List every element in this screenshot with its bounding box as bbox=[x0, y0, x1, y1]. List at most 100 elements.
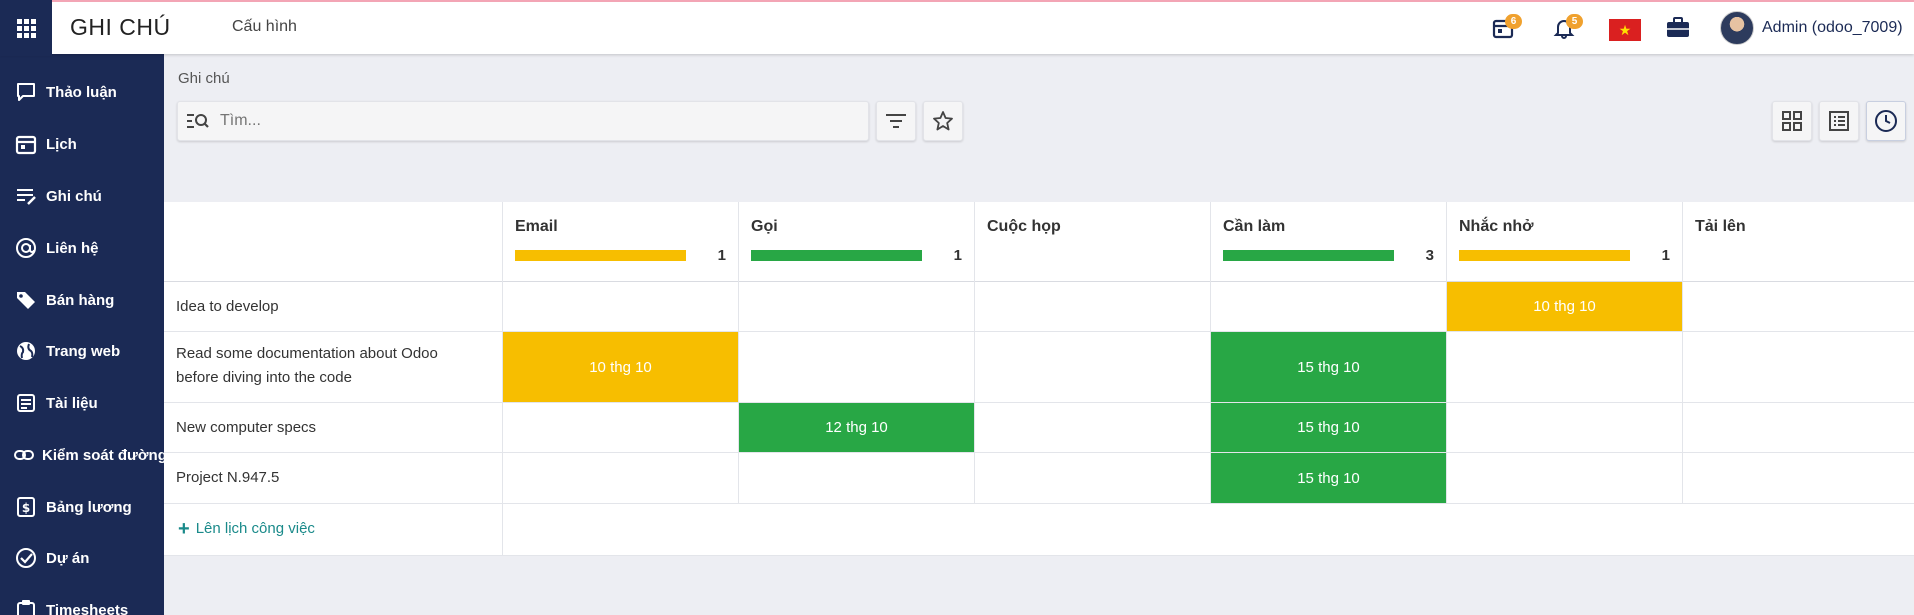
activity-view-button[interactable] bbox=[1866, 101, 1906, 141]
progress-bar bbox=[1459, 250, 1630, 261]
schedule-activity-label: Lên lịch công việc bbox=[195, 520, 315, 537]
column-header-meeting[interactable]: Cuộc họp bbox=[974, 202, 1210, 282]
filter-button[interactable] bbox=[876, 101, 916, 141]
progress-bar bbox=[1223, 250, 1394, 261]
schedule-activity-link[interactable]: + Lên lịch công việc bbox=[178, 519, 315, 539]
star-icon bbox=[933, 111, 953, 131]
sidebar-item-website[interactable]: Trang web bbox=[0, 331, 164, 371]
sidebar-item-label: Ghi chú bbox=[46, 187, 102, 205]
row-label[interactable]: Idea to develop bbox=[176, 295, 279, 319]
breadcrumb: Ghi chú bbox=[178, 70, 230, 87]
app-menu-button[interactable] bbox=[0, 0, 52, 56]
sidebar-item-documents[interactable]: Tài liệu bbox=[0, 383, 164, 423]
activity-date-cell[interactable]: 10 thg 10 bbox=[502, 332, 738, 402]
row-label[interactable]: New computer specs bbox=[176, 416, 316, 440]
favorites-button[interactable] bbox=[923, 101, 963, 141]
grid-cell[interactable] bbox=[1682, 332, 1914, 402]
column-title: Nhắc nhở bbox=[1459, 218, 1534, 235]
sidebar-item-calendar[interactable]: Lịch bbox=[0, 124, 164, 164]
sidebar-item-label: Timesheets bbox=[46, 601, 129, 615]
user-menu[interactable]: Admin (odoo_7009) bbox=[1720, 11, 1903, 45]
sidebar-item-project[interactable]: Dự án bbox=[0, 538, 164, 578]
add-row-filler bbox=[502, 504, 1914, 555]
notification-count-badge: 5 bbox=[1566, 14, 1583, 29]
grid-cell[interactable] bbox=[974, 332, 1210, 402]
column-title: Cuộc họp bbox=[987, 218, 1061, 235]
kanban-view-button[interactable] bbox=[1772, 101, 1812, 141]
sidebar-item-sales[interactable]: Bán hàng bbox=[0, 280, 164, 320]
filter-icon bbox=[886, 114, 906, 128]
column-title: Tải lên bbox=[1695, 218, 1746, 235]
sidebar-item-notes[interactable]: Ghi chú bbox=[0, 176, 164, 216]
sidebar-item-discuss[interactable]: Thảo luận bbox=[0, 72, 164, 112]
svg-text:$: $ bbox=[22, 501, 30, 515]
sidebar-item-label: Bán hàng bbox=[46, 291, 115, 309]
at-sign-icon bbox=[13, 235, 39, 261]
grid-icon bbox=[16, 18, 36, 38]
column-header-email[interactable]: Email 1 bbox=[502, 202, 738, 282]
activity-count-badge: 6 bbox=[1505, 14, 1522, 29]
language-flag-icon[interactable]: ★ bbox=[1609, 19, 1641, 41]
grid-cell[interactable] bbox=[738, 332, 974, 402]
grid-cell[interactable] bbox=[1682, 282, 1914, 331]
grid-cell[interactable] bbox=[1446, 403, 1682, 452]
grid-cell[interactable] bbox=[1682, 453, 1914, 503]
grid-view-icon bbox=[1782, 111, 1802, 131]
grid-cell[interactable] bbox=[502, 282, 738, 331]
progress-bar bbox=[751, 250, 922, 261]
sidebar-item-link-tracker[interactable]: Kiểm soát đường bbox=[0, 435, 164, 475]
activity-grid: Email 1 Gọi 1 Cuộc họp Cần làm 3 Nhắc nh… bbox=[164, 202, 1914, 556]
search-input[interactable] bbox=[220, 112, 820, 130]
column-count: 3 bbox=[1425, 247, 1434, 264]
sidebar-item-contacts[interactable]: Liên hệ bbox=[0, 228, 164, 268]
activity-date-cell[interactable]: 10 thg 10 bbox=[1446, 282, 1682, 331]
row-label[interactable]: Read some documentation about Odoo befor… bbox=[176, 342, 476, 390]
grid-cell[interactable] bbox=[1446, 453, 1682, 503]
briefcase-icon bbox=[1667, 17, 1689, 37]
grid-cell[interactable] bbox=[502, 403, 738, 452]
sidebar: Thảo luận Lịch Ghi chú Liên hệ Bán hàng … bbox=[0, 54, 164, 615]
column-header-upload[interactable]: Tải lên bbox=[1682, 202, 1914, 282]
row-label[interactable]: Project N.947.5 bbox=[176, 466, 279, 490]
company-switcher-button[interactable] bbox=[1662, 12, 1694, 44]
list-view-button[interactable] bbox=[1819, 101, 1859, 141]
grid-cell[interactable] bbox=[1446, 332, 1682, 402]
column-count: 1 bbox=[1661, 247, 1670, 264]
user-name: Admin (odoo_7009) bbox=[1762, 19, 1903, 36]
sidebar-item-timesheets[interactable]: Timesheets bbox=[0, 590, 164, 615]
column-count: 1 bbox=[953, 247, 962, 264]
chat-icon bbox=[13, 79, 39, 105]
activity-date-cell[interactable]: 15 thg 10 bbox=[1210, 332, 1446, 402]
column-header-todo[interactable]: Cần làm 3 bbox=[1210, 202, 1446, 282]
top-navbar: GHI CHÚ Cấu hình 6 5 ★ Admin (odoo_7009) bbox=[0, 0, 1914, 56]
sidebar-item-payroll[interactable]: $ Bảng lương bbox=[0, 487, 164, 527]
activity-date-cell[interactable]: 12 thg 10 bbox=[738, 403, 974, 452]
sidebar-item-label: Kiểm soát đường bbox=[42, 446, 164, 464]
grid-cell[interactable] bbox=[502, 453, 738, 503]
search-options-icon[interactable] bbox=[186, 112, 214, 130]
check-circle-icon bbox=[13, 545, 39, 571]
grid-cell[interactable] bbox=[974, 453, 1210, 503]
activity-button[interactable]: 6 bbox=[1487, 12, 1522, 44]
column-header-reminder[interactable]: Nhắc nhở 1 bbox=[1446, 202, 1682, 282]
grid-cell[interactable] bbox=[974, 403, 1210, 452]
column-title: Gọi bbox=[751, 218, 778, 235]
grid-cell[interactable] bbox=[974, 282, 1210, 331]
payroll-icon: $ bbox=[13, 494, 39, 520]
activity-date-cell[interactable]: 15 thg 10 bbox=[1210, 453, 1446, 503]
column-header-call[interactable]: Gọi 1 bbox=[738, 202, 974, 282]
document-icon bbox=[13, 390, 39, 416]
table-row: Idea to develop 10 thg 10 bbox=[164, 282, 1914, 332]
grid-cell[interactable] bbox=[738, 453, 974, 503]
grid-cell[interactable] bbox=[738, 282, 974, 331]
sidebar-item-label: Lịch bbox=[46, 135, 77, 153]
column-title: Cần làm bbox=[1223, 218, 1286, 235]
menu-config[interactable]: Cấu hình bbox=[232, 18, 297, 36]
search-bar bbox=[177, 101, 869, 141]
grid-cell[interactable] bbox=[1210, 282, 1446, 331]
activity-date-cell[interactable]: 15 thg 10 bbox=[1210, 403, 1446, 452]
sidebar-item-label: Liên hệ bbox=[46, 239, 99, 257]
notification-button[interactable]: 5 bbox=[1548, 12, 1583, 44]
grid-cell[interactable] bbox=[1682, 403, 1914, 452]
sidebar-item-label: Trang web bbox=[46, 342, 121, 360]
